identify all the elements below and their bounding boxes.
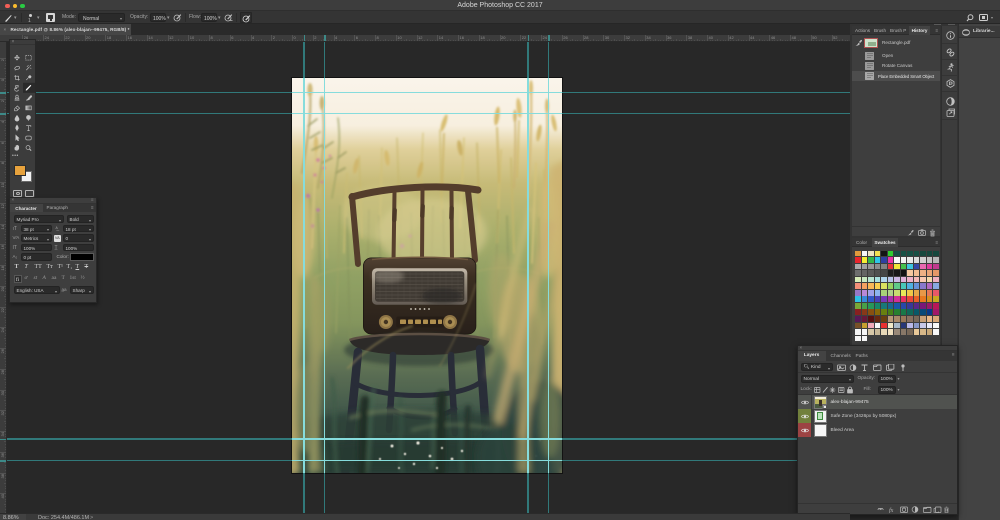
svg-text:fx: fx: [889, 507, 894, 513]
